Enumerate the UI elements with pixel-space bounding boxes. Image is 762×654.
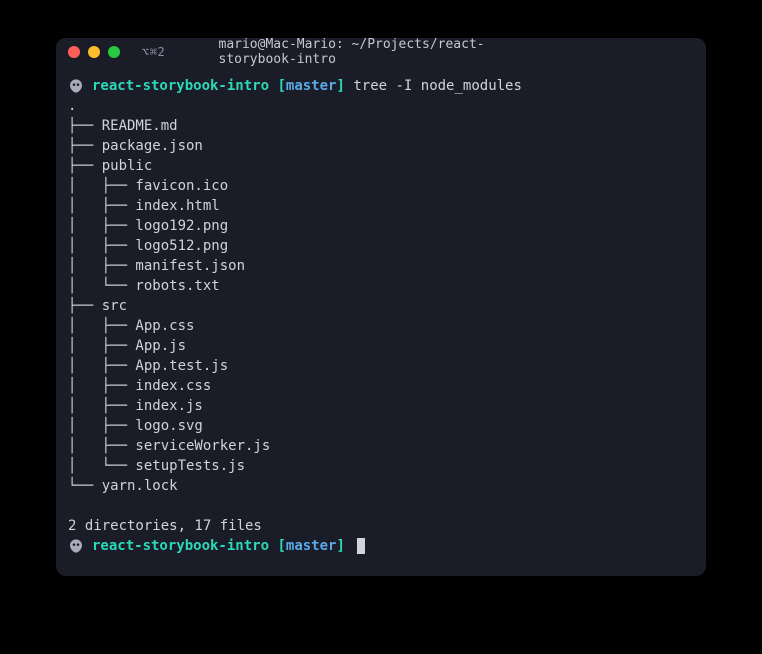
tree-summary: 2 directories, 17 files [68,516,694,536]
tree-output: . ├── README.md ├── package.json ├── pub… [68,96,694,496]
alien-icon [68,78,84,94]
prompt-dir: react-storybook-intro [92,78,269,94]
prompt-dir: react-storybook-intro [92,538,269,554]
prompt-bracket-close: ] [336,78,344,94]
close-icon[interactable] [68,46,80,58]
terminal-window: ⌥⌘2 mario@Mac-Mario: ~/Projects/react-st… [56,38,706,576]
prompt-branch: master [286,538,337,554]
prompt-command: tree -I node_modules [353,78,522,94]
prompt-line: react-storybook-intro [master] tree -I n… [68,76,694,96]
prompt-bracket-open: [ [277,538,285,554]
tab-indicator: ⌥⌘2 [142,45,165,59]
titlebar: ⌥⌘2 mario@Mac-Mario: ~/Projects/react-st… [56,38,706,66]
prompt-text: react-storybook-intro [master] [92,536,365,556]
window-title: mario@Mac-Mario: ~/Projects/react-storyb… [219,38,544,67]
maximize-icon[interactable] [108,46,120,58]
terminal-body[interactable]: react-storybook-intro [master] tree -I n… [56,66,706,576]
cursor[interactable] [357,538,365,554]
prompt-bracket-close: ] [336,538,344,554]
prompt-branch: master [286,78,337,94]
prompt-line-2: react-storybook-intro [master] [68,536,694,556]
prompt-bracket-open: [ [277,78,285,94]
prompt-text: react-storybook-intro [master] tree -I n… [92,76,522,96]
traffic-lights [68,46,120,58]
minimize-icon[interactable] [88,46,100,58]
alien-icon [68,538,84,554]
